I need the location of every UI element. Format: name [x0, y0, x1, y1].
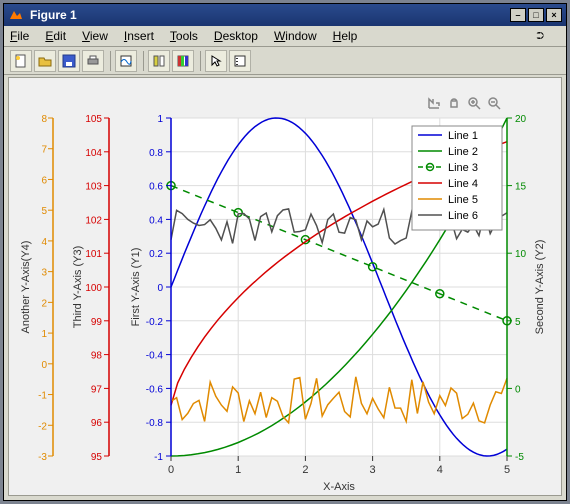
title-bar[interactable]: Figure 1 – □ ×	[4, 4, 566, 26]
legend-entry: Line 6	[448, 210, 478, 222]
y3-axis-label: Third Y-Axis (Y3)	[72, 246, 84, 329]
menu-bar: File Edit View Insert Tools Desktop Wind…	[4, 26, 566, 47]
svg-text:-0.2: -0.2	[146, 317, 164, 328]
svg-text:5: 5	[515, 317, 521, 328]
link-icon[interactable]	[148, 50, 170, 72]
cursor-icon[interactable]	[205, 50, 227, 72]
svg-text:-0.6: -0.6	[146, 384, 164, 395]
svg-text:95: 95	[91, 452, 103, 463]
y1-axis-label: First Y-Axis (Y1)	[130, 248, 142, 327]
save-icon[interactable]	[58, 50, 80, 72]
svg-text:101: 101	[85, 249, 102, 260]
svg-text:5: 5	[41, 206, 47, 217]
legend-entry: Line 3	[448, 162, 478, 174]
svg-text:3: 3	[41, 268, 47, 279]
colorbar-icon[interactable]	[172, 50, 194, 72]
svg-text:2: 2	[302, 464, 308, 476]
figure-window: Figure 1 – □ × File Edit View Insert Too…	[3, 3, 567, 501]
window-title: Figure 1	[30, 8, 77, 22]
svg-text:5: 5	[504, 464, 510, 476]
data-cursor-icon[interactable]	[115, 50, 137, 72]
legend-entry: Line 5	[448, 194, 478, 206]
svg-text:7: 7	[41, 145, 47, 156]
pan-icon[interactable]	[451, 99, 457, 107]
axes-canvas: 0 1 2 3 4 5 X-Axis -1 -0.8 -0.6 -0.4 -0.2 0 0.2 0.4 0.6…	[8, 77, 562, 496]
svg-text:100: 100	[85, 283, 102, 294]
app-logo-icon	[8, 7, 24, 23]
svg-text:0: 0	[515, 384, 521, 395]
svg-text:0: 0	[157, 283, 163, 294]
menu-insert[interactable]: Insert	[124, 29, 154, 43]
zoom-in-icon[interactable]	[469, 98, 480, 109]
svg-text:3: 3	[370, 464, 376, 476]
open-file-icon[interactable]	[34, 50, 56, 72]
svg-text:8: 8	[41, 114, 47, 125]
svg-text:99: 99	[91, 317, 103, 328]
svg-text:-1: -1	[154, 452, 163, 463]
svg-text:97: 97	[91, 384, 103, 395]
legend-entry: Line 4	[448, 178, 478, 190]
svg-text:-5: -5	[515, 452, 524, 463]
home-icon[interactable]	[429, 99, 439, 108]
svg-text:0.8: 0.8	[149, 148, 163, 159]
svg-text:2: 2	[41, 298, 47, 309]
y4-axis-label: Another Y-Axis(Y4)	[20, 241, 32, 334]
svg-text:105: 105	[85, 114, 102, 125]
legend-entry: Line 2	[448, 146, 478, 158]
svg-text:1: 1	[235, 464, 241, 476]
minimize-button[interactable]: –	[510, 8, 526, 22]
svg-text:0.2: 0.2	[149, 249, 163, 260]
new-file-icon[interactable]	[10, 50, 32, 72]
svg-text:0: 0	[41, 360, 47, 371]
svg-text:6: 6	[41, 175, 47, 186]
plot-svg: 0 1 2 3 4 5 X-Axis -1 -0.8 -0.6 -0.4 -0.2 0 0.2 0.4 0.6…	[9, 78, 563, 498]
svg-text:4: 4	[41, 237, 47, 248]
svg-text:0.6: 0.6	[149, 182, 163, 193]
svg-text:103: 103	[85, 182, 102, 193]
menu-help[interactable]: Help	[333, 29, 358, 43]
y2-axis-label: Second Y-Axis (Y2)	[534, 240, 546, 335]
toolbar	[4, 47, 566, 75]
menu-more-icon[interactable]: ⮊	[536, 31, 544, 42]
menu-window[interactable]: Window	[274, 29, 317, 43]
svg-text:20: 20	[515, 114, 527, 125]
svg-text:0: 0	[168, 464, 174, 476]
svg-text:0.4: 0.4	[149, 215, 163, 226]
svg-text:-1: -1	[38, 391, 47, 402]
svg-text:15: 15	[515, 182, 527, 193]
svg-text:102: 102	[85, 215, 102, 226]
legend-entry: Line 1	[448, 130, 478, 142]
window-buttons: – □ ×	[508, 8, 562, 22]
menu-tools[interactable]: Tools	[170, 29, 198, 43]
x-axis-label: X-Axis	[323, 481, 355, 493]
svg-text:1: 1	[157, 114, 163, 125]
menu-view[interactable]: View	[82, 29, 108, 43]
svg-text:-3: -3	[38, 452, 47, 463]
svg-text:104: 104	[85, 148, 102, 159]
menu-file[interactable]: File	[10, 29, 29, 43]
svg-text:1: 1	[41, 329, 47, 340]
zoom-out-icon[interactable]	[489, 98, 500, 109]
menu-desktop[interactable]: Desktop	[214, 29, 258, 43]
svg-text:-0.4: -0.4	[146, 351, 164, 362]
insert-legend-icon[interactable]	[229, 50, 251, 72]
svg-text:-0.8: -0.8	[146, 418, 164, 429]
maximize-button[interactable]: □	[528, 8, 544, 22]
svg-text:98: 98	[91, 351, 103, 362]
print-icon[interactable]	[82, 50, 104, 72]
menu-edit[interactable]: Edit	[45, 29, 66, 43]
svg-text:-2: -2	[38, 421, 47, 432]
svg-text:96: 96	[91, 418, 103, 429]
svg-text:4: 4	[437, 464, 443, 476]
svg-text:10: 10	[515, 249, 527, 260]
close-button[interactable]: ×	[546, 8, 562, 22]
